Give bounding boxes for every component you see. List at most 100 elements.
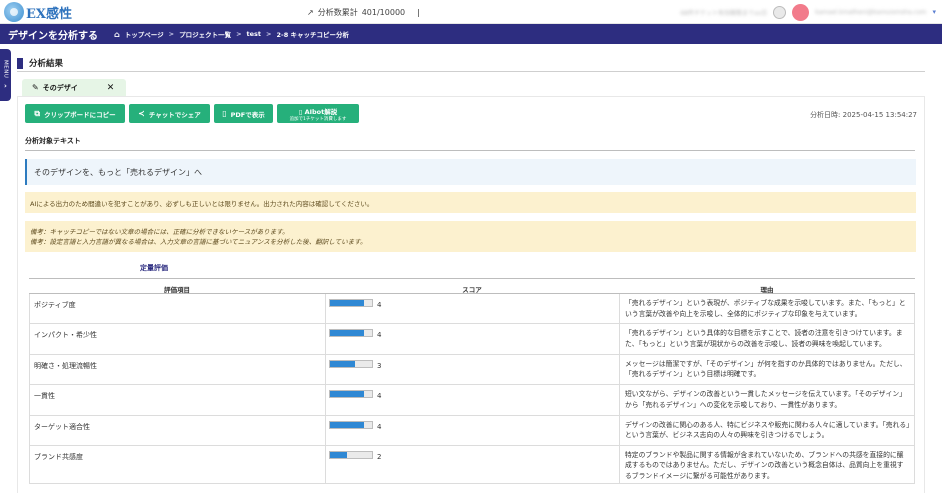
breadcrumb-project[interactable]: test xyxy=(247,30,262,38)
divider xyxy=(29,278,915,279)
table-row: 一貫性 4 短い文ながら、デザインの改善という一貫したメッセージを伝えています。「そ… xyxy=(29,385,915,416)
header-score: スコア xyxy=(462,286,482,294)
top-header: EX感性 ↗ 分析数累計 401/10000 | 68件チケット有効期限までxx… xyxy=(0,0,942,24)
score-bar xyxy=(329,450,373,459)
result-card: ⧉ クリップボードにコピー ≺ チャットでシェア ▯ PDFで表示 ▯ AIbo… xyxy=(17,96,925,493)
target-text: そのデザインを、もっと「売れるデザイン」へ xyxy=(25,159,916,185)
aibot-button[interactable]: ▯ AIbot解説 追加で1チケット消費します xyxy=(277,104,359,123)
chevron-right-icon: › xyxy=(4,82,7,91)
row-item: ブランド共感度 xyxy=(29,445,325,483)
score-bar-fill xyxy=(330,300,364,306)
close-icon[interactable]: ✕ xyxy=(107,83,115,93)
row-item: インパクト・希少性 xyxy=(29,324,325,354)
score-value: 4 xyxy=(377,331,382,340)
score-table: 評価項目 スコア 理由 ポジティブ度 4 「売れるデザイン」という表現が、ポジティブ… xyxy=(29,284,915,484)
analysis-counter: ↗ 分析数累計 401/10000 | xyxy=(307,7,420,18)
counter-label: 分析数累計 xyxy=(317,8,358,17)
page-title: デザインを分析する xyxy=(8,30,98,42)
logo-mark-icon xyxy=(4,2,24,22)
score-bar xyxy=(329,420,373,429)
score-bar-fill xyxy=(330,391,364,398)
table-row: インパクト・希少性 4 「売れるデザイン」という具体的な目標を示すことで、読者の注意… xyxy=(29,324,915,355)
note-line: 備考：キャッチコピーではない文章の場合には、正確に分析できないケースがあります。 xyxy=(30,228,289,236)
page-navbar: デザインを分析する ⌂ トップページ > プロジェクト一覧 > test > 2… xyxy=(0,24,942,44)
section-bar xyxy=(17,57,23,69)
avatar[interactable] xyxy=(792,3,810,21)
home-icon[interactable]: ⌂ xyxy=(114,30,120,39)
note-line: 備考：設定言語と入力言語が異なる場合は、入力文章の言語に基づいてニュアンスを分析… xyxy=(30,238,367,246)
score-bar-fill xyxy=(330,451,347,458)
row-item: ポジティブ度 xyxy=(29,294,325,324)
score-value: 3 xyxy=(377,361,382,370)
pdf-label: PDFで表示 xyxy=(230,110,265,119)
help-icon[interactable] xyxy=(773,5,787,19)
row-reason: 「売れるデザイン」という表現が、ポジティブな成果を示唆しています。また、「もっと… xyxy=(619,294,915,324)
table-row: 明確さ・処理流暢性 3 メッセージは簡潔ですが、「そのデザイン」が何を指すのか具体的… xyxy=(29,354,915,386)
score-bar-fill xyxy=(330,360,356,367)
row-reason: 特定のブランドや製品に関する情報が含まれていないため、ブランドへの共感を直接的に… xyxy=(619,445,915,483)
score-value: 4 xyxy=(377,422,382,431)
share-label: チャットでシェア xyxy=(148,110,201,119)
row-score: 4 xyxy=(325,294,619,324)
score-value: 4 xyxy=(377,301,382,309)
analysis-timestamp: 分析日時: 2025-04-15 13:54:27 xyxy=(810,111,917,119)
ticket-info: 68件チケット有効期限までxx日 xyxy=(680,9,768,17)
score-bar xyxy=(329,359,373,368)
copy-clipboard-button[interactable]: ⧉ クリップボードにコピー xyxy=(25,104,125,123)
breadcrumb: ⌂ トップページ > プロジェクト一覧 > test > 2-8 キャッチコピー… xyxy=(114,29,349,40)
score-bar xyxy=(329,329,373,338)
score-bar xyxy=(329,299,373,307)
row-reason: メッセージは簡潔ですが、「そのデザイン」が何を指すのか具体的ではありません。ただ… xyxy=(619,354,915,385)
app-logo[interactable]: EX感性 xyxy=(4,2,72,22)
result-tab[interactable]: ✎ そのデザイ ✕ xyxy=(22,79,126,96)
row-score: 4 xyxy=(325,324,619,354)
row-reason: デザインの改善に関心のある人、特にビジネスや販売に関わる人々に適しています。「売… xyxy=(619,415,915,445)
breadcrumb-sep: > xyxy=(266,30,272,38)
score-value: 4 xyxy=(377,392,382,401)
quant-title: 定量評価 xyxy=(140,264,168,272)
breadcrumb-sep: > xyxy=(168,30,175,38)
pdf-icon: ▯ xyxy=(222,109,227,118)
score-value: 2 xyxy=(377,452,382,461)
score-bar-fill xyxy=(330,330,364,337)
section-heading: 分析結果 xyxy=(17,55,925,72)
action-buttons: ⧉ クリップボードにコピー ≺ チャットでシェア ▯ PDFで表示 ▯ AIbo… xyxy=(25,104,359,123)
breadcrumb-sep: > xyxy=(236,30,242,38)
pencil-icon: ✎ xyxy=(32,83,39,92)
row-item: ターゲット適合性 xyxy=(29,415,325,445)
pdf-button[interactable]: ▯ PDFで表示 xyxy=(214,104,273,123)
row-item: 明確さ・処理流暢性 xyxy=(29,354,325,385)
aibot-title-text: AIbot解説 xyxy=(304,107,338,116)
menu-label: MENU xyxy=(2,59,9,79)
row-score: 2 xyxy=(325,445,619,483)
row-reason: 短い文ながら、デザインの改善という一貫したメッセージを伝えています。「そのデザイ… xyxy=(619,385,915,415)
counter-value: 401/10000 xyxy=(361,8,406,17)
user-email[interactable]: kamael.kmatheni@kamuiomsha.com xyxy=(815,9,926,16)
share-icon: ≺ xyxy=(138,109,145,118)
side-menu-toggle[interactable]: MENU › xyxy=(0,49,11,101)
section-title: 分析結果 xyxy=(29,59,64,69)
aibot-title: ▯ AIbot解説 xyxy=(299,106,338,116)
counter-separator: | xyxy=(417,8,420,17)
breadcrumb-top[interactable]: トップページ xyxy=(125,29,164,39)
table-row: ポジティブ度 4 「売れるデザイン」という表現が、ポジティブな成果を示唆しています。… xyxy=(29,294,915,325)
table-row: ブランド共感度 2 特定のブランドや製品に関する情報が含まれていないため、ブランドへ… xyxy=(29,445,915,484)
copy-label: クリップボードにコピー xyxy=(44,110,116,119)
logo-text: EX感性 xyxy=(26,6,72,22)
header-reason: 理由 xyxy=(760,286,774,294)
row-score: 4 xyxy=(325,415,619,445)
target-text-label: 分析対象テキスト xyxy=(25,136,915,151)
chevron-down-icon[interactable]: ▾ xyxy=(932,8,936,16)
aibot-sub: 追加で1チケット消費します xyxy=(289,116,347,122)
user-area: 68件チケット有効期限までxx日 kamael.kmatheni@kamuiom… xyxy=(680,3,936,21)
table-header: 評価項目 スコア 理由 xyxy=(29,284,915,294)
row-score: 4 xyxy=(325,385,619,415)
trend-icon: ↗ xyxy=(307,8,314,17)
row-reason: 「売れるデザイン」という具体的な目標を示すことで、読者の注意を引きつけています。… xyxy=(619,324,915,354)
share-chat-button[interactable]: ≺ チャットでシェア xyxy=(129,104,210,123)
breadcrumb-projects[interactable]: プロジェクト一覧 xyxy=(179,29,231,39)
ai-disclaimer: AIによる出力のため間違いを犯すことがあり、必ずしも正しいとは限りません。出力さ… xyxy=(25,192,916,213)
result-tab-label: そのデザイ xyxy=(42,83,78,92)
clipboard-icon: ⧉ xyxy=(34,108,41,118)
notes-box: 備考：キャッチコピーではない文章の場合には、正確に分析できないケースがあります。… xyxy=(25,221,916,252)
